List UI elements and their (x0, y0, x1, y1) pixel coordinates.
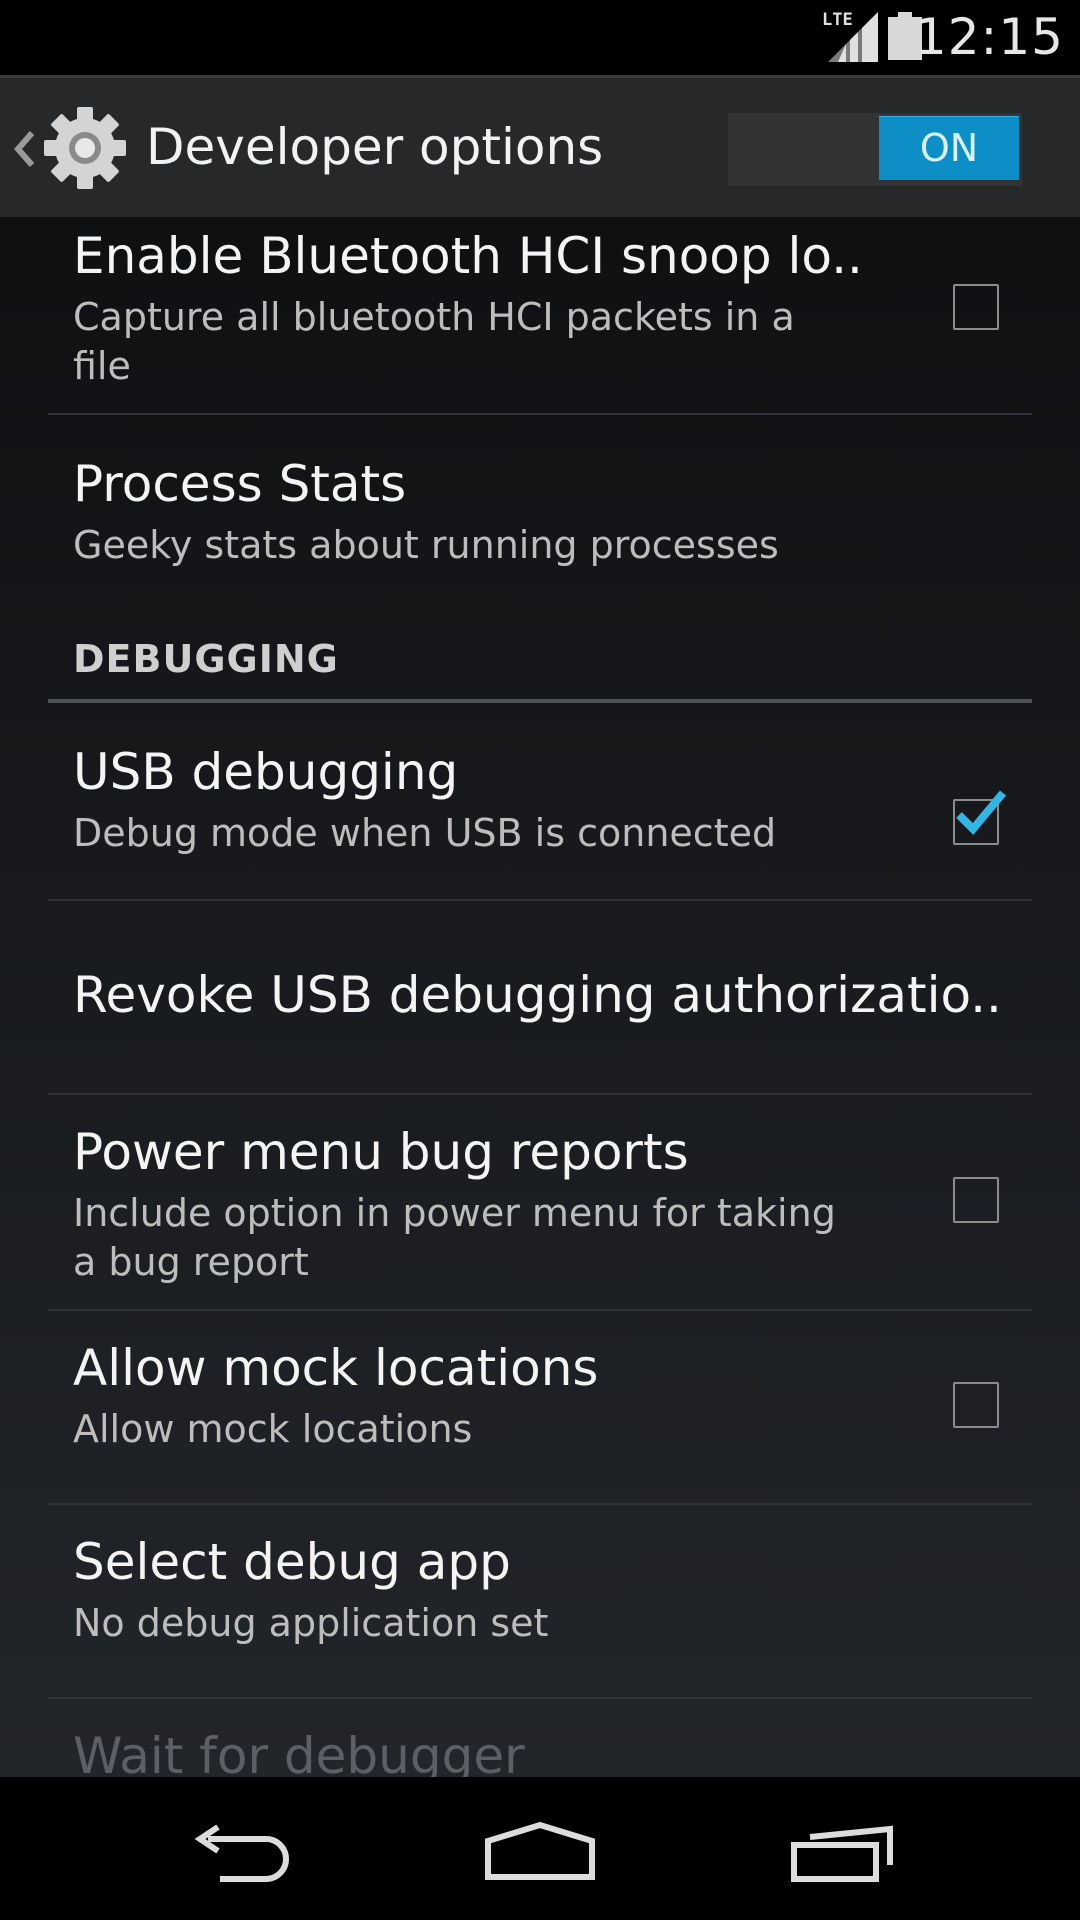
pref-title: Power menu bug reports (73, 1123, 689, 1181)
developer-options-switch[interactable]: ON (728, 113, 1022, 186)
nav-back-icon[interactable] (186, 1825, 292, 1883)
pref-bluetooth-snoop[interactable]: Enable Bluetooth HCI snoop lo.. Capture … (48, 217, 1032, 413)
action-bar: Developer options ON (0, 75, 1080, 217)
checkmark-icon (956, 790, 1007, 835)
pref-summary: Geeky stats about running processes (73, 523, 779, 567)
navigation-bar (0, 1777, 1080, 1920)
nav-recents-icon[interactable] (790, 1825, 896, 1883)
page-title: Developer options (146, 118, 604, 176)
pref-select-debug-app[interactable]: Select debug app No debug application se… (48, 1505, 1032, 1697)
gear-icon (44, 107, 126, 189)
pref-title: Process Stats (73, 455, 407, 513)
switch-thumb-label: ON (879, 116, 1019, 180)
pref-allow-mock-locations[interactable]: Allow mock locations Allow mock location… (48, 1311, 1032, 1503)
pref-title: Select debug app (73, 1533, 511, 1591)
pref-power-menu-bug-reports[interactable]: Power menu bug reports Include option in… (48, 1095, 1032, 1309)
pref-summary: Debug mode when USB is connected (73, 811, 777, 855)
nav-home-icon[interactable] (484, 1821, 596, 1881)
pref-summary: Capture all bluetooth HCI packets in a f… (73, 295, 795, 388)
back-chevron-icon (14, 131, 35, 167)
pref-title: Allow mock locations (73, 1339, 599, 1397)
pref-summary: Include option in power menu for taking … (73, 1191, 836, 1284)
section-header-debugging: DEBUGGING (73, 637, 339, 681)
status-time: 12:15 (914, 8, 1064, 66)
pref-title: Wait for debugger (73, 1727, 525, 1777)
pref-title: Revoke USB debugging authorizatio.. (73, 966, 1002, 1024)
pref-wait-for-debugger: Wait for debugger (48, 1699, 1032, 1777)
status-bar: LTE 12:15 (0, 0, 1080, 75)
pref-summary: No debug application set (73, 1601, 549, 1645)
up-navigation[interactable] (0, 78, 140, 220)
pref-revoke-usb-authorizations[interactable]: Revoke USB debugging authorizatio.. (48, 901, 1032, 1093)
pref-title: USB debugging (73, 743, 459, 801)
bluetooth-snoop-checkbox[interactable] (953, 284, 999, 330)
preferences-list[interactable]: Enable Bluetooth HCI snoop lo.. Capture … (0, 217, 1080, 1777)
mock-locations-checkbox[interactable] (953, 1382, 999, 1428)
pref-usb-debugging[interactable]: USB debugging Debug mode when USB is con… (48, 703, 1032, 899)
pref-process-stats[interactable]: Process Stats Geeky stats about running … (48, 415, 1032, 605)
usb-debugging-checkbox[interactable] (953, 790, 1007, 845)
power-menu-bug-reports-checkbox[interactable] (953, 1177, 999, 1223)
pref-title: Enable Bluetooth HCI snoop lo.. (73, 227, 863, 285)
pref-summary: Allow mock locations (73, 1407, 473, 1451)
network-type-label: LTE (822, 10, 853, 30)
